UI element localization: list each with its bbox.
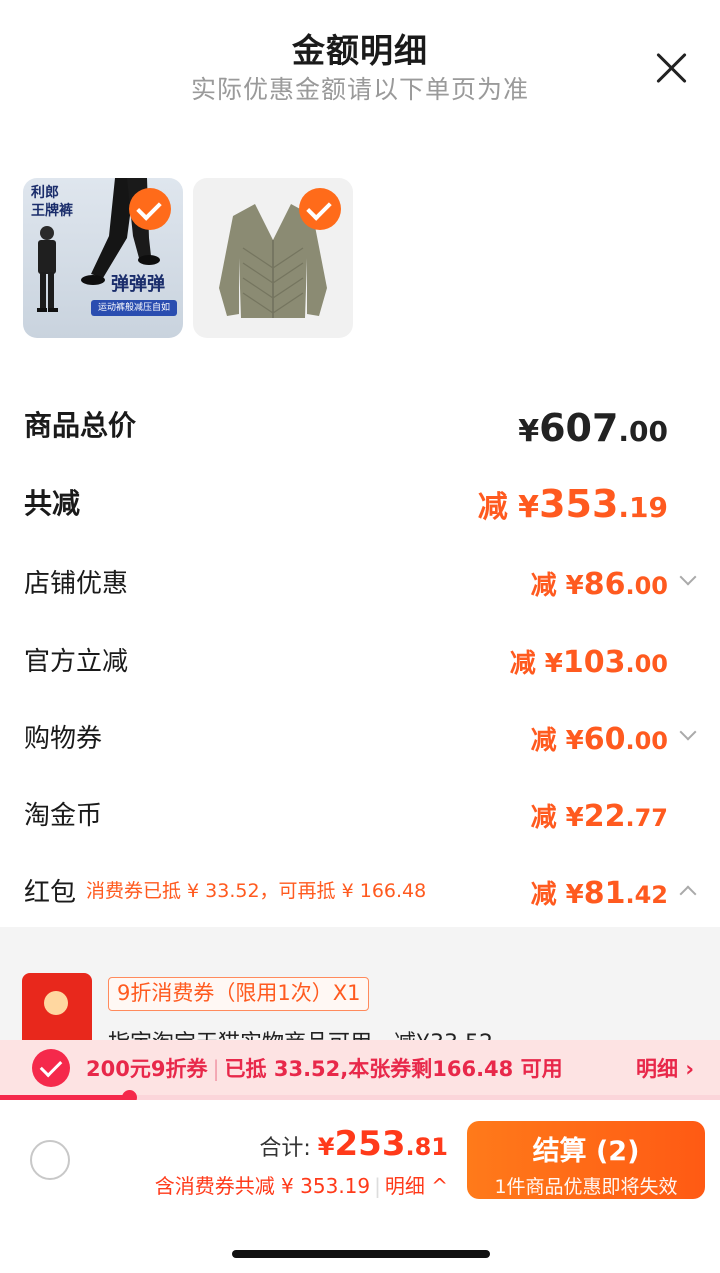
order-total-currency: ¥	[317, 1133, 335, 1161]
home-indicator	[232, 1250, 490, 1258]
chevron-up-icon[interactable]	[679, 885, 697, 903]
chevron-down-icon[interactable]	[679, 568, 697, 586]
savings-text: 含消费券共减 ¥ 353.19	[154, 1174, 371, 1198]
coupon-banner-status: 已抵 33.52,本张券剩166.48 可用	[224, 1057, 563, 1081]
discount-label: 官方立减	[24, 647, 129, 677]
coupon-detail-panel: 9折消费券（限用1次）X1 指定淘宝天猫实物商品可用，减¥33.52	[0, 927, 720, 1047]
discount-value: 减 ¥81.42	[530, 876, 668, 911]
product-thumbnail-pants[interactable]: 利郎 王牌裤 弹弹弹 运动裤般减压自如	[23, 178, 183, 338]
coupon-banner-separator: |	[212, 1057, 220, 1081]
savings-summary: 含消费券共减 ¥ 353.19 | 明细 ^	[155, 1170, 448, 1199]
product-slogan: 弹弹弹	[111, 274, 165, 295]
coupon-banner: 200元9折券 | 已抵 33.52,本张券剩166.48 可用 明细 ›	[0, 1040, 720, 1096]
discount-label: 店铺优惠	[24, 569, 129, 599]
checkout-label: 结算 (2)	[532, 1136, 640, 1167]
red-packet-note: 消费券已抵 ¥ 33.52，可再抵 ¥ 166.48	[86, 880, 427, 902]
discount-label: 淘金币	[24, 801, 103, 831]
discount-value: 减 ¥103.00	[509, 645, 668, 680]
coupon-checkmark-icon[interactable]	[32, 1049, 70, 1087]
close-icon[interactable]	[654, 50, 690, 86]
discount-label: 购物券	[24, 724, 103, 754]
discount-value: 减 ¥60.00	[530, 722, 668, 757]
order-total-decimal: .81	[405, 1133, 448, 1161]
product-thumbnail-jacket[interactable]	[193, 178, 353, 338]
product-slogan-sub: 运动裤般减压自如	[91, 300, 177, 316]
discount-value: 减 ¥86.00	[530, 567, 668, 602]
sheet-title: 金额明细	[292, 31, 428, 70]
order-total: 合计: ¥253.81	[259, 1124, 448, 1164]
select-all-radio[interactable]	[30, 1140, 70, 1180]
checkout-button[interactable]: 结算 (2) 1件商品优惠即将失效	[467, 1121, 705, 1199]
checkout-footer: 合计: ¥253.81 含消费券共减 ¥ 353.19 | 明细 ^ 结算 (2) …	[0, 1100, 720, 1273]
checkmark-icon[interactable]	[299, 188, 341, 230]
sheet-header: 金额明细 实际优惠金额请以下单页为准	[0, 0, 720, 120]
coupon-tag: 9折消费券（限用1次）X1	[108, 977, 370, 1011]
coupon-banner-name: 200元9折券	[86, 1057, 208, 1081]
total-price-value: ¥607.00	[518, 406, 668, 450]
order-total-label: 合计:	[259, 1136, 318, 1161]
coupon-details-link[interactable]: 明细 ›	[636, 1053, 694, 1083]
discount-value: 减 ¥22.77	[530, 799, 668, 834]
savings-details-link[interactable]: 明细 ^	[385, 1174, 448, 1198]
order-total-integer: 253	[334, 1124, 406, 1164]
savings-separator: |	[374, 1174, 381, 1198]
coupon-banner-text: 200元9折券 | 已抵 33.52,本张券剩166.48 可用	[86, 1053, 563, 1083]
sheet-subtitle: 实际优惠金额请以下单页为准	[190, 75, 529, 104]
chevron-down-icon[interactable]	[679, 723, 697, 741]
checkmark-icon[interactable]	[129, 188, 171, 230]
checkout-sublabel: 1件商品优惠即将失效	[494, 1176, 678, 1198]
total-reduction-value: 减 ¥353.19	[477, 482, 668, 526]
discount-label: 红包	[24, 878, 77, 908]
total-reduction-label: 共减	[24, 487, 81, 520]
red-envelope-icon	[22, 973, 92, 1047]
total-price-label: 商品总价	[24, 409, 137, 442]
